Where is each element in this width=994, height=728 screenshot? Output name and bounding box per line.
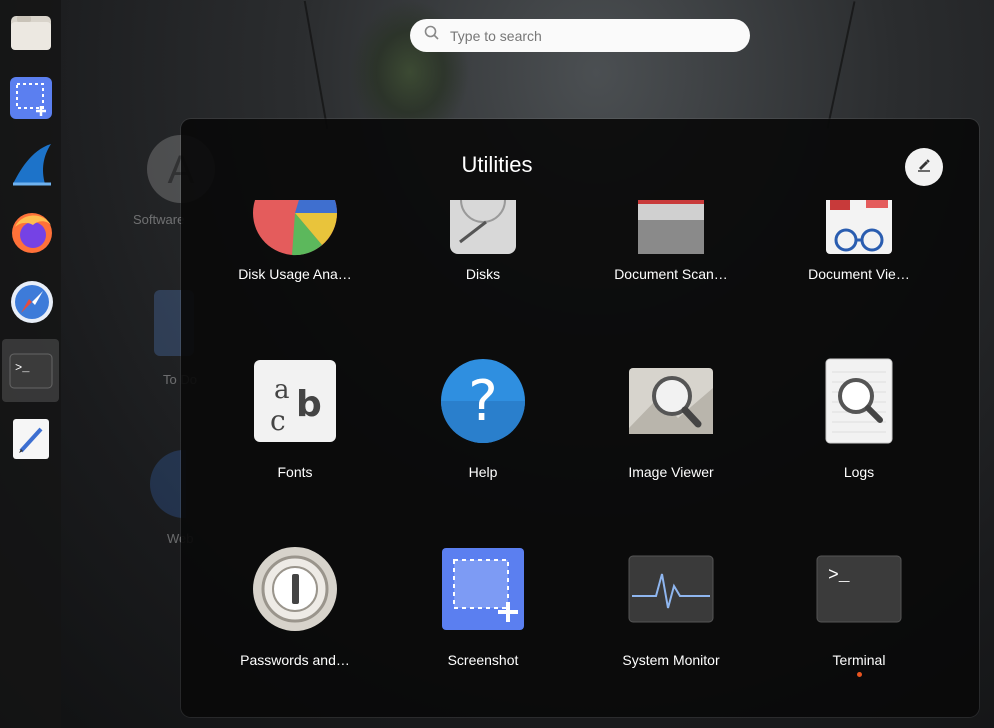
app-label: Document Vie… (808, 266, 910, 282)
svg-text:>_: >_ (15, 361, 30, 375)
svg-text:a: a (274, 375, 290, 405)
running-indicator (856, 672, 862, 677)
system-monitor-icon (628, 546, 714, 632)
app-label: Document Scan… (614, 266, 728, 282)
text-editor-icon (9, 417, 53, 461)
document-glasses-icon (816, 200, 902, 256)
image-viewer-icon (628, 358, 714, 444)
edit-folder-button[interactable] (905, 148, 943, 186)
terminal-icon: >_ (9, 349, 53, 393)
app-system-monitor[interactable]: System Monitor (596, 546, 746, 668)
search-bar[interactable] (410, 19, 750, 52)
scanner-icon (628, 200, 714, 256)
web-browser-icon (9, 280, 53, 324)
search-input[interactable] (448, 26, 732, 45)
background-tree (350, 0, 470, 120)
app-help[interactable]: ? Help (408, 358, 558, 480)
app-label: Terminal (832, 652, 886, 668)
svg-text:?: ? (468, 369, 498, 434)
app-logs[interactable]: Logs (784, 358, 934, 480)
help-icon: ? (440, 358, 526, 444)
svg-text:c: c (270, 404, 286, 437)
background-rope (826, 1, 856, 129)
app-image-viewer[interactable]: Image Viewer (596, 358, 746, 480)
ghost-web-icon (146, 448, 218, 525)
app-label: Disk Usage Ana… (238, 266, 352, 282)
dock-text-editor[interactable] (2, 407, 59, 470)
files-icon (9, 10, 53, 54)
search-icon (424, 25, 440, 46)
dock-firefox[interactable] (2, 200, 59, 263)
app-label: System Monitor (622, 652, 720, 668)
app-label: Logs (843, 464, 875, 480)
terminal-icon: >_ (816, 546, 902, 632)
firefox-icon (9, 210, 53, 254)
app-label: Screenshot (447, 652, 519, 668)
pie-chart-icon (252, 200, 338, 256)
folder-title: Utilities (461, 152, 533, 177)
logs-icon (816, 358, 902, 444)
dock-files[interactable] (2, 0, 59, 63)
dock-web[interactable] (2, 270, 59, 333)
app-screenshot[interactable]: Screenshot (408, 546, 558, 668)
background-rope (303, 0, 329, 130)
app-label: Help (468, 464, 498, 480)
screenshot-icon (440, 546, 526, 632)
keyring-icon (252, 546, 338, 632)
edit-icon (916, 157, 932, 178)
app-label: Disks (465, 266, 501, 282)
disk-drive-icon (440, 200, 526, 256)
dock-terminal[interactable]: >_ (2, 339, 59, 402)
app-passwords[interactable]: Passwords and… (220, 546, 370, 668)
app-label: Passwords and… (240, 652, 350, 668)
app-terminal[interactable]: >_ Terminal (784, 546, 934, 677)
app-label: Fonts (277, 464, 313, 480)
dock-screenshot[interactable] (2, 66, 59, 129)
svg-text:b: b (296, 384, 322, 425)
fonts-icon: acb (252, 358, 338, 444)
dock: >_ (0, 0, 61, 728)
ghost-label: Software (133, 212, 185, 227)
svg-text:>_: >_ (828, 566, 850, 586)
app-label: Image Viewer (628, 464, 714, 480)
app-fonts[interactable]: acb Fonts (220, 358, 370, 480)
screenshot-icon (9, 76, 53, 120)
